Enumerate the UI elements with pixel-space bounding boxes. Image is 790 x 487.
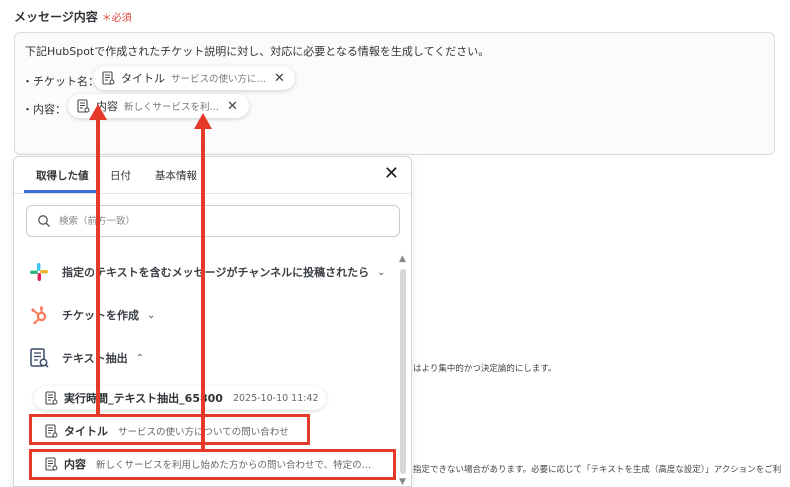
arrow-to-title-chip [89,104,107,414]
arrow-to-content-chip [194,113,212,449]
annotation-arrows [89,104,212,449]
